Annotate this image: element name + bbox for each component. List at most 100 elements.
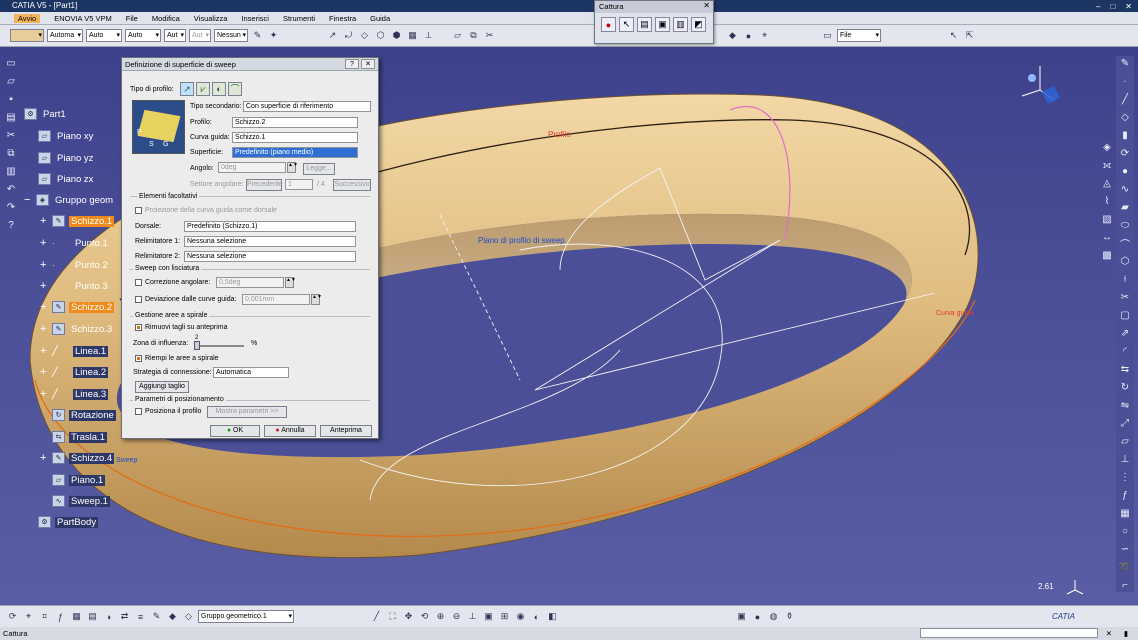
swap-space-icon[interactable]: ◧ <box>546 610 559 623</box>
tree-item-trasla[interactable]: ⇆ Trasla.1 <box>52 431 107 443</box>
expand-icon[interactable]: + <box>40 301 48 313</box>
open-icon[interactable]: ▱ <box>4 74 18 88</box>
deviation-checkbox[interactable] <box>135 296 142 303</box>
status-close-icon[interactable]: ✕ <box>1106 627 1112 640</box>
relimiter2-field[interactable]: Nessuna selezione <box>184 251 356 262</box>
deviation-field[interactable]: 0,001mm <box>242 294 310 305</box>
offset-icon[interactable]: ⧉ <box>467 29 480 42</box>
sketcher-icon[interactable]: ✎ <box>1118 56 1132 70</box>
transform-icon[interactable]: ⤾ <box>342 29 355 42</box>
help-icon[interactable]: ? <box>4 218 18 232</box>
draft-icon[interactable]: ◬ <box>1100 176 1114 190</box>
undo-icon[interactable]: ↶ <box>4 182 18 196</box>
color-icon[interactable]: ◆ <box>166 610 179 623</box>
scale-icon[interactable]: ⤢ <box>1118 416 1132 430</box>
menu-enovia[interactable]: ENOVIA V5 VPM <box>54 14 112 23</box>
spline-icon[interactable]: ∽ <box>1118 542 1132 556</box>
hide-icon[interactable]: ◑ <box>102 610 115 623</box>
menu-guida[interactable]: Guida <box>370 14 390 23</box>
plane-icon[interactable]: ◇ <box>358 29 371 42</box>
record-icon[interactable]: ● <box>601 17 616 32</box>
layer-icon[interactable]: ≡ <box>134 610 147 623</box>
cut-icon[interactable]: ✂ <box>4 128 18 142</box>
menu-file[interactable]: File <box>126 14 138 23</box>
record-macro-icon[interactable]: ● <box>751 610 764 623</box>
profile-field[interactable]: Schizzo.2 <box>232 117 358 128</box>
constraint-icon[interactable]: ⟂ <box>422 29 435 42</box>
fill-icon[interactable]: ▰ <box>1118 200 1132 214</box>
corner-icon[interactable]: ⌐ <box>1118 578 1132 592</box>
point-combo[interactable]: Aut <box>164 29 186 42</box>
copy-icon[interactable]: ⧉ <box>4 146 18 160</box>
table-icon[interactable]: ▦ <box>70 610 83 623</box>
plane-tool-icon[interactable]: ◇ <box>1118 110 1132 124</box>
tree-item-schizzo2[interactable]: + ✎ Schizzo.2 <box>40 301 115 313</box>
catalog-icon[interactable]: ▤ <box>86 610 99 623</box>
expand-icon[interactable]: + <box>40 323 48 335</box>
analysis-tool-icon[interactable]: ◈ <box>1100 140 1114 154</box>
rotate-icon[interactable]: ↻ <box>1118 380 1132 394</box>
angular-correction-field[interactable]: 0,5deg <box>216 277 284 288</box>
fill-twist-checkbox[interactable] <box>135 355 142 362</box>
axis-icon[interactable]: ⊥ <box>1118 452 1132 466</box>
properties-icon[interactable]: ✎ <box>150 610 163 623</box>
folder-icon[interactable]: ▭ <box>821 29 834 42</box>
join-icon[interactable]: ⬢ <box>390 29 403 42</box>
influence-slider[interactable] <box>194 341 244 350</box>
color-combo[interactable] <box>10 29 44 42</box>
ok-button[interactable]: ● OK <box>210 425 260 437</box>
line-profile-icon[interactable]: ⩗ <box>196 82 210 96</box>
select-mode-icon[interactable]: ⇱ <box>963 29 976 42</box>
sketch-icon[interactable]: ↗ <box>326 29 339 42</box>
guide-curve-field[interactable]: Schizzo.1 <box>232 132 358 143</box>
helix-icon[interactable]: ➰ <box>1118 560 1132 574</box>
subtype-select[interactable]: Con superficie di riferimento <box>243 101 371 112</box>
tree-item-linea1[interactable]: + ╱ Linea.1 <box>40 345 109 357</box>
repetition-icon[interactable]: ⋮ <box>1118 470 1132 484</box>
menu-finestra[interactable]: Finestra <box>329 14 356 23</box>
menu-visualizza[interactable]: Visualizza <box>194 14 228 23</box>
expand-icon[interactable]: + <box>40 388 48 400</box>
collapse-icon[interactable]: − <box>24 194 32 206</box>
capture-save-icon[interactable]: ◩ <box>691 17 706 32</box>
angular-correction-spinner[interactable]: ▲▼ <box>285 277 296 288</box>
tree-item-linea3[interactable]: + ╱ Linea.3 <box>40 388 109 400</box>
sector-field[interactable]: 1 <box>285 179 313 190</box>
pan-icon[interactable]: ✥ <box>402 610 415 623</box>
boundary-icon[interactable]: ▢ <box>1118 308 1132 322</box>
menu-avvio[interactable]: Avvio <box>14 13 41 23</box>
capture-options-icon[interactable]: ▤ <box>637 17 652 32</box>
expand-icon[interactable]: + <box>40 215 48 227</box>
add-cut-button[interactable]: Aggiungi taglio <box>135 381 189 393</box>
compass[interactable] <box>1021 66 1060 104</box>
explicit-profile-icon[interactable]: ↗ <box>180 82 194 96</box>
update-icon[interactable]: ⟳ <box>6 610 19 623</box>
knowledge-icon[interactable]: ⌗ <box>38 610 51 623</box>
trim-tool-icon[interactable]: ✂ <box>1118 290 1132 304</box>
law-button[interactable]: Legge... <box>303 163 335 175</box>
dialog-close-button[interactable]: ✕ <box>361 59 375 69</box>
cancel-button[interactable]: ● Annulla <box>264 425 316 437</box>
next-button[interactable]: Successivo <box>333 179 371 191</box>
symmetry-icon[interactable]: ⇋ <box>1118 398 1132 412</box>
tree-item-linea2[interactable]: + ╱ Linea.2 <box>40 366 109 378</box>
split-icon[interactable]: ⟊ <box>1118 272 1132 286</box>
tree-item-piano1[interactable]: ▱ Piano.1 <box>52 474 106 486</box>
lineweight-combo[interactable]: Auto <box>125 29 161 42</box>
translate-icon[interactable]: ⇆ <box>1118 362 1132 376</box>
paint-icon[interactable]: ✎ <box>251 29 264 42</box>
tree-item-schizzo1[interactable]: + ✎ Schizzo.1 <box>40 215 115 227</box>
work-object-icon[interactable]: ◇ <box>182 610 195 623</box>
tree-item-rotazione[interactable]: ↻ Rotazione <box>52 409 116 421</box>
spine-field[interactable]: Predefinito (Schizzo.1) <box>184 221 356 232</box>
brush-icon[interactable]: ✦ <box>267 29 280 42</box>
surface-icon[interactable]: ▱ <box>451 29 464 42</box>
tree-item-punto1[interactable]: + · Punto.1 <box>40 237 110 249</box>
extrude-icon[interactable]: ▮ <box>1118 128 1132 142</box>
rotate-view-icon[interactable]: ⟲ <box>418 610 431 623</box>
point-icon[interactable]: · <box>1118 74 1132 88</box>
measure-icon[interactable]: ⌖ <box>758 29 771 42</box>
connection-strategy-select[interactable]: Automatica <box>213 367 289 378</box>
expand-icon[interactable]: + <box>40 280 48 292</box>
surface-field[interactable]: Predefinito (piano medio) <box>232 147 358 158</box>
